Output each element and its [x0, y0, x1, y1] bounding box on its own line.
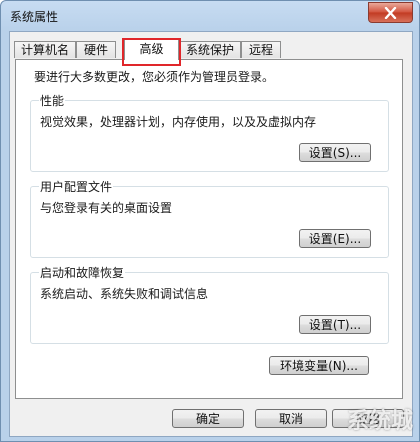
admin-notice: 要进行大多数更改，您必须作为管理员登录。 — [34, 70, 275, 84]
user-profiles-settings-button[interactable]: 设置(E)... — [299, 229, 371, 248]
close-icon — [384, 6, 397, 19]
performance-title: 性能 — [39, 92, 66, 109]
tab-system-protection[interactable]: 系统保护 — [179, 41, 241, 58]
startup-recovery-desc: 系统启动、系统失败和调试信息 — [40, 287, 209, 301]
startup-recovery-settings-button[interactable]: 设置(T)... — [299, 315, 371, 334]
advanced-panel: 要进行大多数更改，您必须作为管理员登录。 性能 视觉效果，处理器计划，内存使用，… — [15, 59, 403, 399]
startup-recovery-group: 启动和故障恢复 系统启动、系统失败和调试信息 设置(T)... — [30, 264, 389, 344]
title-bar[interactable]: 系统属性 — [1, 1, 419, 31]
user-profiles-title: 用户配置文件 — [39, 178, 114, 195]
environment-variables-button[interactable]: 环境变量(N)... — [269, 356, 369, 375]
user-profiles-desc: 与您登录有关的桌面设置 — [40, 201, 173, 215]
system-properties-window: 系统属性 计算机名 硬件 高级 系统保护 远程 要进行大多数更改，您必须作为管理… — [0, 0, 420, 442]
ok-button[interactable]: 确定 — [172, 409, 244, 428]
window-title: 系统属性 — [10, 10, 59, 24]
close-button[interactable] — [368, 2, 413, 23]
watermark-text: 系统城 — [346, 409, 413, 434]
dialog-client-area: 计算机名 硬件 高级 系统保护 远程 要进行大多数更改，您必须作为管理员登录。 … — [9, 31, 413, 437]
user-profiles-group: 用户配置文件 与您登录有关的桌面设置 设置(E)... — [30, 178, 389, 258]
performance-group: 性能 视觉效果，处理器计划，内存使用，以及及虚拟内存 设置(S)... — [30, 92, 389, 172]
tab-advanced[interactable]: 高级 — [124, 39, 179, 60]
performance-desc: 视觉效果，处理器计划，内存使用，以及及虚拟内存 — [40, 115, 317, 129]
startup-recovery-title: 启动和故障恢复 — [39, 264, 126, 281]
watermark: 系统城 — [283, 399, 413, 439]
performance-settings-button[interactable]: 设置(S)... — [299, 143, 371, 162]
tab-remote[interactable]: 远程 — [241, 41, 281, 58]
tab-computer-name[interactable]: 计算机名 — [14, 41, 76, 58]
tab-hardware[interactable]: 硬件 — [76, 41, 116, 58]
